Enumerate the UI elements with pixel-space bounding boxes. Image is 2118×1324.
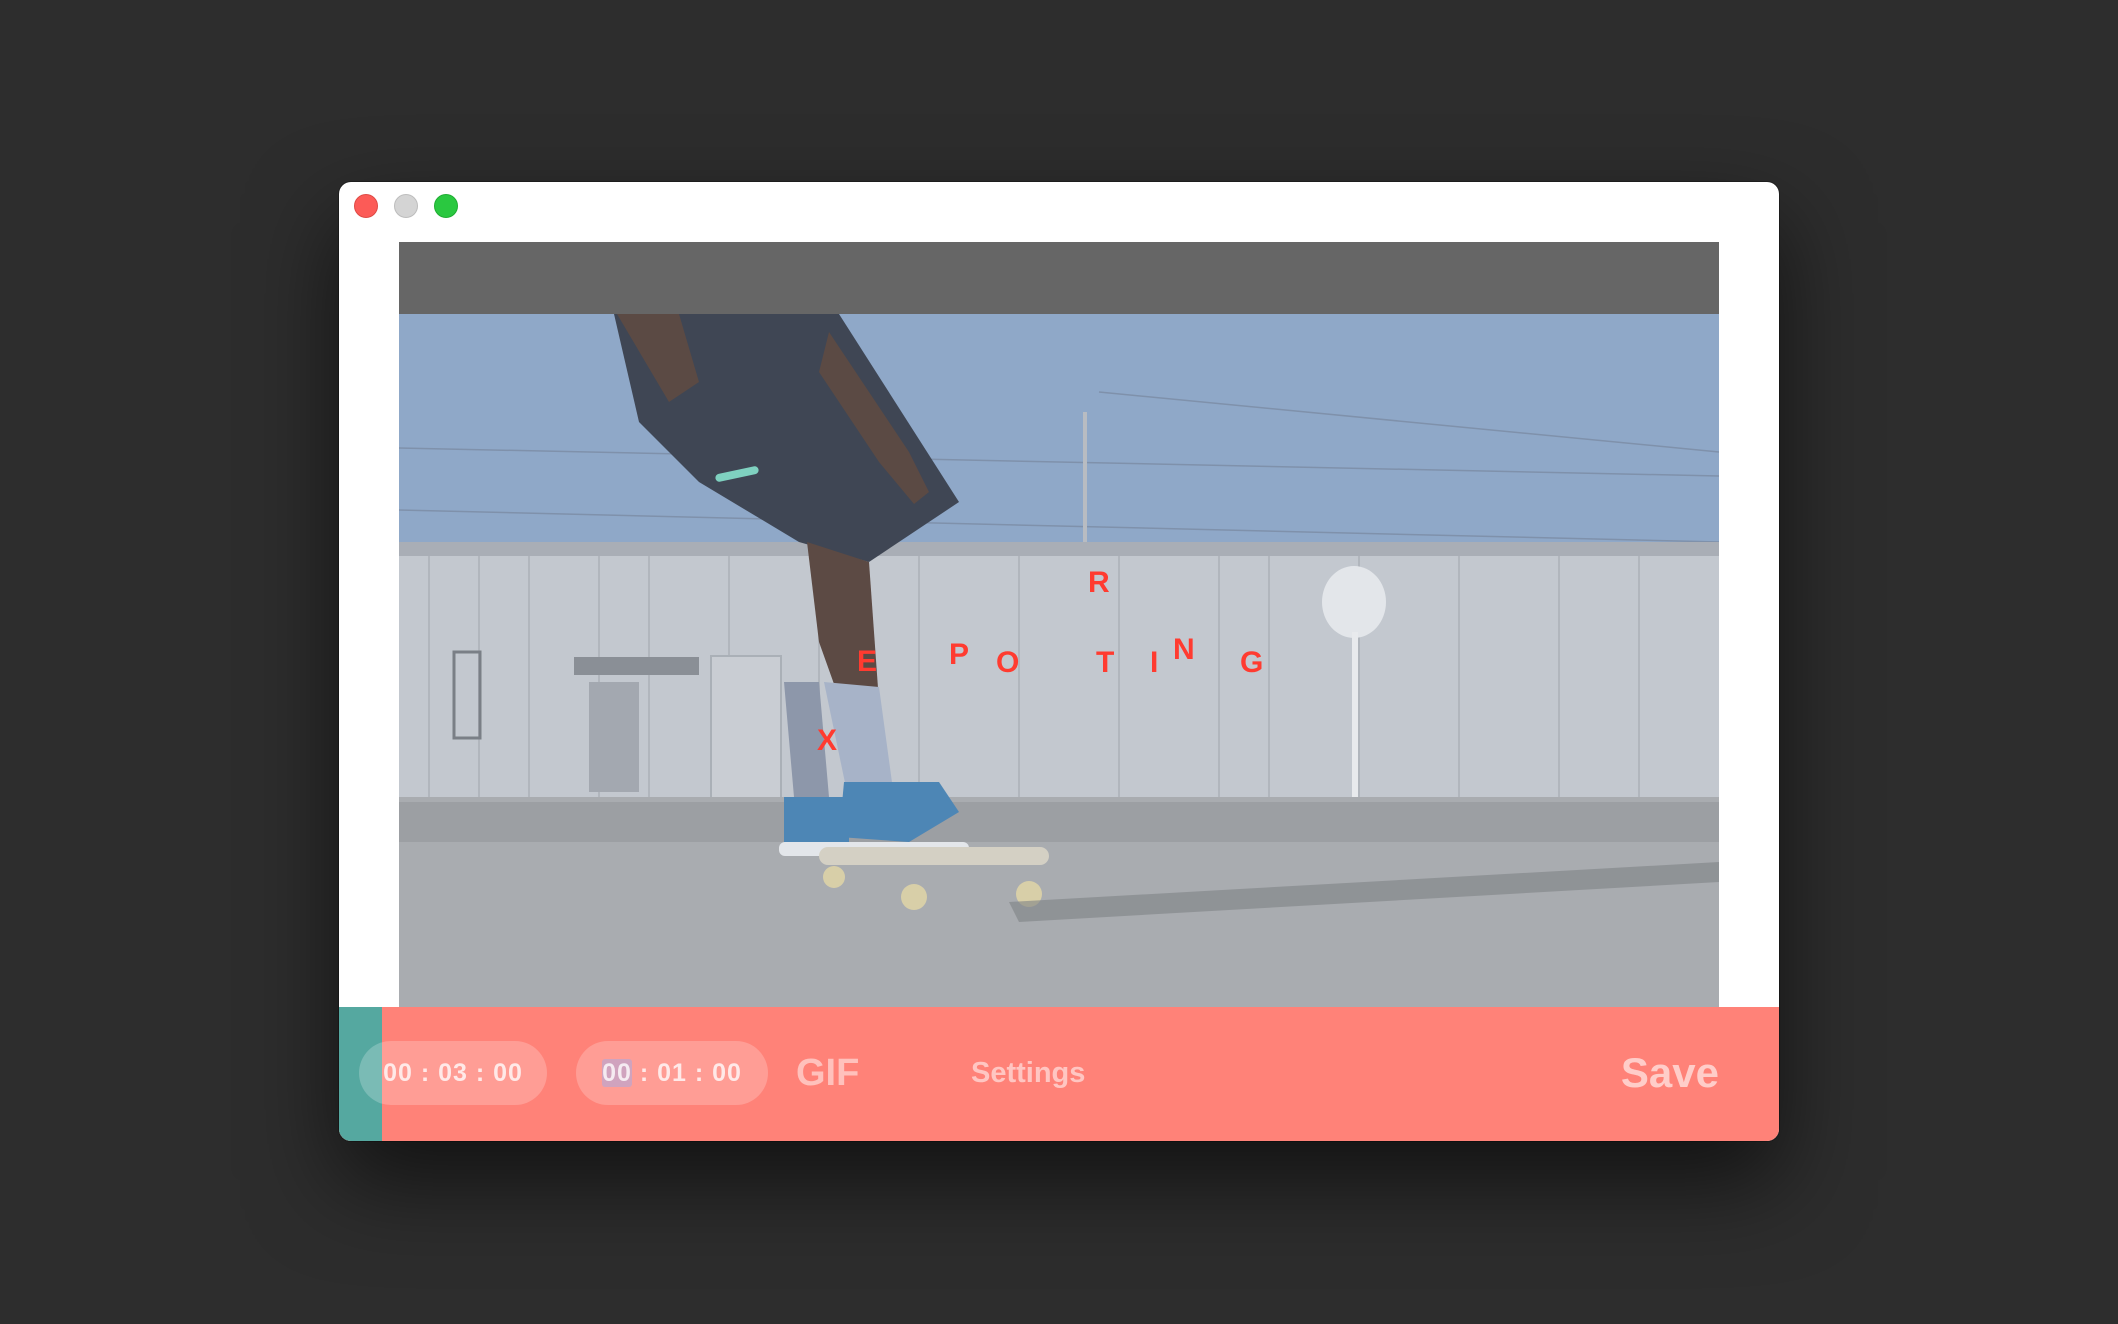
duration-value: 00 : 03 : 00 — [383, 1059, 523, 1087]
control-bar: 00 : 03 : 00 00 : 01 : 00 GIF Settings S… — [339, 1007, 1779, 1141]
start-time-rest: : 01 : 00 — [631, 1059, 742, 1087]
start-time-hours-segment[interactable]: 00 — [602, 1059, 632, 1087]
skateboarder-frame — [399, 242, 1719, 1007]
status-letter-r: R — [1088, 566, 1110, 599]
save-button[interactable]: Save — [1621, 1041, 1719, 1105]
status-letter-t: T — [1096, 646, 1115, 679]
video-preview: X E P O R T I N G — [399, 242, 1719, 1007]
status-letter-i: I — [1150, 646, 1159, 679]
duration-field[interactable]: 00 : 03 : 00 — [359, 1041, 547, 1105]
settings-button[interactable]: Settings — [971, 1041, 1085, 1105]
status-letter-x: X — [817, 724, 838, 757]
status-letter-n: N — [1173, 633, 1195, 666]
status-letter-o: O — [996, 646, 1020, 679]
app-window: X E P O R T I N G 00 : 03 : 00 00 : 01 :… — [339, 182, 1779, 1141]
format-button[interactable]: GIF — [796, 1041, 859, 1105]
status-letter-e: E — [857, 645, 878, 678]
title-bar — [339, 182, 1779, 242]
maximize-window-button[interactable] — [434, 194, 458, 218]
status-letter-g: G — [1240, 646, 1264, 679]
start-time-field[interactable]: 00 : 01 : 00 — [576, 1041, 768, 1105]
status-letter-p: P — [949, 638, 970, 671]
close-window-button[interactable] — [354, 194, 378, 218]
minimize-window-button[interactable] — [394, 194, 418, 218]
